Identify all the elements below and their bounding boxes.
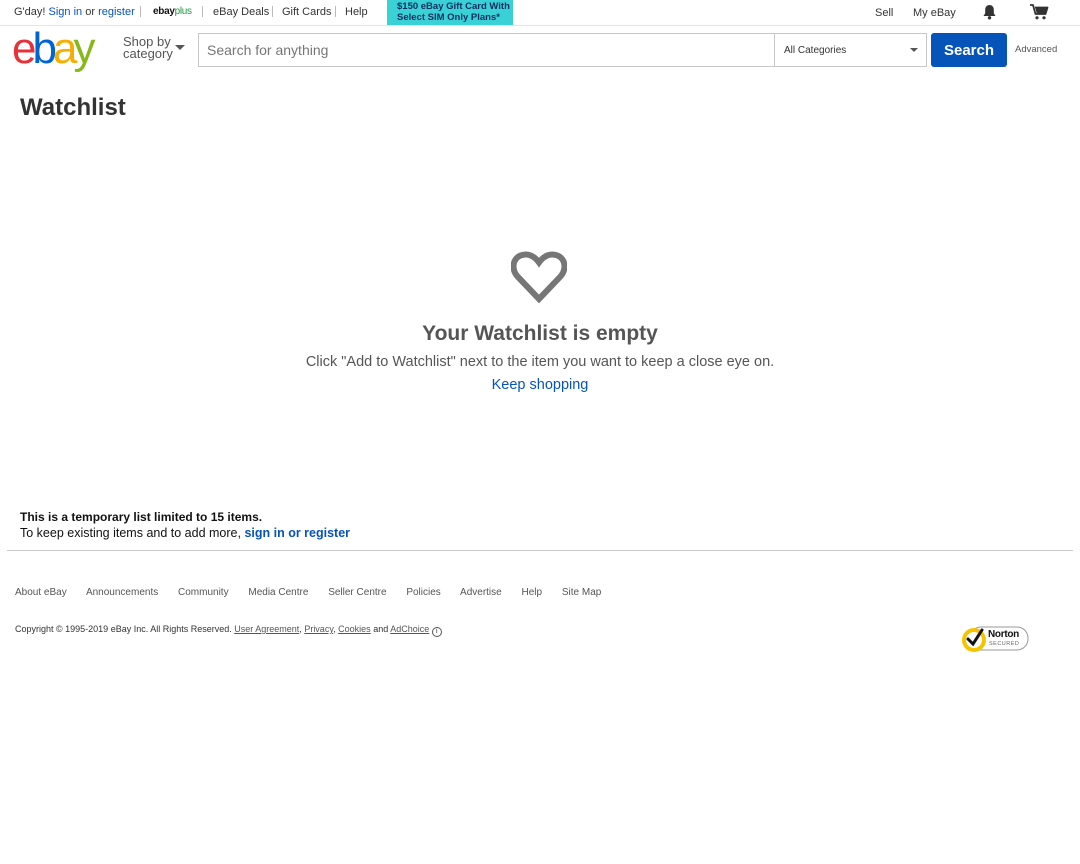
category-selected-value: All Categories: [784, 45, 847, 56]
gift-cards-link[interactable]: Gift Cards: [282, 6, 332, 18]
norton-secured-badge[interactable]: Norton SECURED: [960, 624, 1030, 654]
footer-nav: About eBay Announcements Community Media…: [15, 587, 618, 598]
greeting-text: G'day!: [14, 6, 46, 18]
footer-link-advertise[interactable]: Advertise: [460, 587, 502, 598]
temporary-list-text: To keep existing items and to add more,: [20, 526, 241, 540]
footer-link-seller-centre[interactable]: Seller Centre: [328, 587, 386, 598]
bell-icon[interactable]: [982, 4, 997, 23]
copyright-text: Copyright © 1995-2019 eBay Inc. All Righ…: [15, 624, 232, 634]
norton-brand: Norton: [988, 629, 1019, 640]
shop-by-line-2: category: [123, 46, 173, 61]
temporary-list-note: This is a temporary list limited to 15 i…: [20, 510, 263, 524]
empty-state-title: Your Watchlist is empty: [422, 322, 658, 345]
search-input[interactable]: [199, 34, 773, 66]
divider: [202, 6, 203, 17]
greeting: G'day! Sign in or register: [14, 6, 135, 18]
promo-line-2: Select SIM Only Plans*: [397, 12, 500, 23]
footer-link-about-ebay[interactable]: About eBay: [15, 587, 67, 598]
ebay-logo[interactable]: ebay: [12, 27, 112, 71]
ebay-plus-link[interactable]: ebayplus: [153, 6, 192, 17]
keep-shopping-link[interactable]: Keep shopping: [0, 377, 1080, 393]
sell-link[interactable]: Sell: [875, 7, 893, 19]
copyright: Copyright © 1995-2019 eBay Inc. All Righ…: [15, 624, 442, 637]
chevron-down-icon: [175, 45, 185, 50]
footer-link-media-centre[interactable]: Media Centre: [248, 587, 308, 598]
promo-line-1: $150 eBay Gift Card With: [397, 1, 510, 12]
cart-icon[interactable]: [1029, 3, 1049, 24]
help-link[interactable]: Help: [345, 6, 368, 18]
page-title: Watchlist: [20, 94, 126, 121]
ebay-plus-brand: ebay: [153, 6, 175, 17]
category-select[interactable]: All Categories: [774, 34, 927, 66]
heart-icon: [510, 250, 568, 304]
my-ebay-link[interactable]: My eBay: [913, 7, 956, 19]
cookies-link[interactable]: Cookies: [338, 624, 371, 634]
sign-in-register-link[interactable]: sign in or register: [244, 526, 350, 540]
and-text: and: [373, 624, 389, 634]
footer-link-help[interactable]: Help: [522, 587, 543, 598]
top-bar: G'day! Sign in or register ebayplus eBay…: [0, 0, 1080, 26]
footer-link-site-map[interactable]: Site Map: [562, 587, 601, 598]
footer-link-announcements[interactable]: Announcements: [86, 587, 158, 598]
temporary-list-instructions: To keep existing items and to add more, …: [20, 526, 350, 540]
sign-in-register-label: sign in or register: [244, 526, 351, 540]
user-agreement-link[interactable]: User Agreement: [234, 624, 299, 634]
register-link[interactable]: register: [98, 6, 135, 18]
ebay-plus-suffix: plus: [174, 6, 192, 17]
divider: [272, 6, 273, 17]
shop-by-category-button[interactable]: Shop by category: [123, 35, 185, 61]
divider: [140, 6, 141, 17]
ebay-deals-link[interactable]: eBay Deals: [213, 6, 269, 18]
logo-letter-b: b: [32, 24, 57, 73]
search-bar: All Categories: [198, 33, 927, 67]
logo-letter-y: y: [73, 24, 95, 73]
sign-in-link[interactable]: Sign in: [49, 6, 83, 18]
advanced-search-link[interactable]: Advanced: [1015, 44, 1057, 55]
empty-state-description: Click "Add to Watchlist" next to the ite…: [305, 354, 775, 370]
promo-banner[interactable]: $150 eBay Gift Card With Select SIM Only…: [387, 0, 513, 25]
footer-link-policies[interactable]: Policies: [406, 587, 440, 598]
adchoice-link[interactable]: AdChoice: [390, 624, 429, 634]
logo-letter-e: e: [12, 24, 37, 73]
privacy-link[interactable]: Privacy: [304, 624, 333, 634]
or-text: or: [85, 6, 95, 18]
chevron-down-icon: [910, 48, 918, 52]
divider: [335, 6, 336, 17]
logo-letter-a: a: [52, 24, 78, 73]
info-icon[interactable]: i: [431, 627, 442, 637]
norton-secured: SECURED: [989, 641, 1020, 647]
divider: [7, 550, 1073, 551]
footer-link-community[interactable]: Community: [178, 587, 229, 598]
search-button[interactable]: Search: [931, 33, 1007, 67]
